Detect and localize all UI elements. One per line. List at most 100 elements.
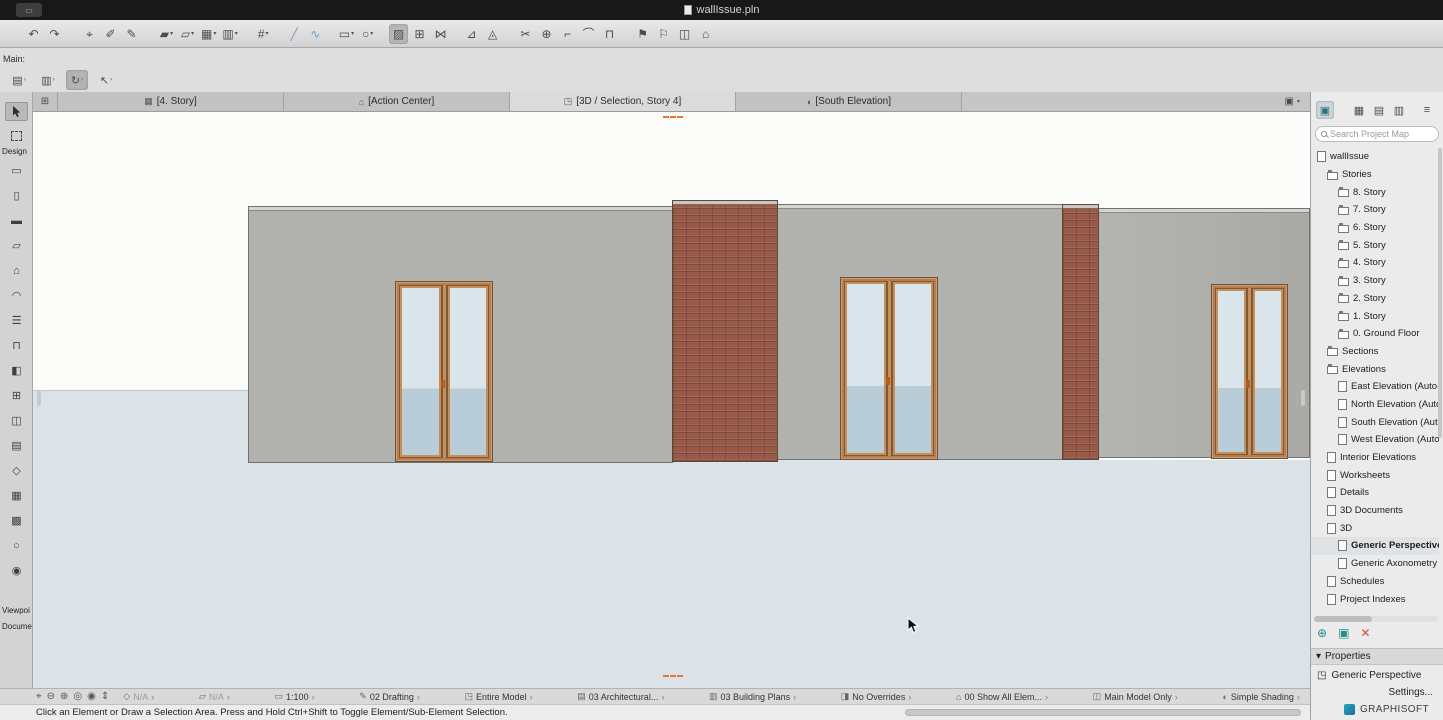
align-button[interactable]: ◬ ▾ [483,24,502,44]
tree-item[interactable]: Details [1311,484,1439,502]
layer-settings-button[interactable]: ▥ ▾ [220,24,239,44]
curtain-wall-tool[interactable]: ▤ [0,433,33,458]
marquee-options-button[interactable]: ▭ ▾ [337,24,356,44]
tree-item[interactable]: 0. Ground Floor [1311,325,1439,343]
status-3d-style[interactable]: ◐ Simple Shading › [1222,691,1299,702]
fillet-button[interactable]: ⌒ ▾ [579,24,598,44]
3d-viewport[interactable] [33,112,1310,688]
pick-up-parameters-button[interactable]: ⌖ ▾ [80,24,99,44]
window-menu-button[interactable]: ▭ [16,3,42,17]
tree-item[interactable]: North Elevation (Auto-r... [1311,396,1439,414]
status-partial-structure[interactable]: ◫ Main Model Only › [1093,691,1178,702]
glass-door-left[interactable] [395,281,493,462]
status-structure-filter[interactable]: ◳ Entire Model › [465,691,533,702]
properties-header[interactable]: ▾ Properties [1311,648,1443,665]
tree-item[interactable]: wallIssue [1311,148,1439,166]
fill-tool-button[interactable]: ▨ ▾ [389,23,409,44]
status-na-2[interactable]: ▱ N/A › [199,691,230,702]
viewport-drag-handle-bottom[interactable] [663,675,683,677]
zone-tool[interactable]: ▩ [0,508,33,533]
project-map-icon[interactable]: ▦ › [1350,101,1368,119]
clone-folder-icon[interactable]: ▣ [1338,627,1349,639]
structure-display-button[interactable]: ▱ ▾ [178,24,197,44]
tree-item[interactable]: West Elevation (Auto-re... [1311,431,1439,449]
default-settings-button[interactable]: ▥ › [37,70,59,90]
flag-outline-button[interactable]: ⚐ ▾ [654,24,673,44]
tree-item[interactable]: 3D Documents [1311,502,1439,520]
skylight-tool[interactable]: ◫ [0,408,33,433]
arrow-menu-button[interactable]: ↖ › [95,70,117,90]
tree-item[interactable]: East Elevation (Auto-re... [1311,378,1439,396]
tree-item[interactable]: Elevations [1311,360,1439,378]
adjust-button[interactable]: ⊓ ▾ [600,24,619,44]
tree-item[interactable]: 2. Story [1311,290,1439,308]
status-graphic-override[interactable]: ◨ No Overrides › [841,691,912,702]
railing-tool[interactable]: ⊓ [0,333,33,358]
tree-vertical-scrollbar[interactable] [1438,148,1442,616]
status-layer-combination[interactable]: ▤ 03 Architectural... › [577,691,664,702]
redo-button[interactable]: ↷ ▾ [45,24,64,44]
roof-tool[interactable]: ⌂ [0,258,33,283]
status-dimension-set[interactable]: ▥ 03 Building Plans › [709,691,796,702]
snap-guides-button[interactable]: ∿ ▾ [306,24,325,44]
split-button[interactable]: ✂ ▾ [516,24,535,44]
search-input[interactable] [1330,129,1433,139]
duplicate-button[interactable]: ◫ ▾ [675,24,694,44]
status-pen-set[interactable]: ✎ 02 Drafting › [359,691,420,702]
tree-item[interactable]: Stories [1311,166,1439,184]
mesh-tool[interactable]: ▦ [0,483,33,508]
trim-button[interactable]: ⌐ ▾ [558,24,577,44]
magnify-button[interactable]: ⊕ ▾ [537,24,556,44]
tab[interactable]: ⌂ [Action Center] [284,92,510,111]
stair-tool[interactable]: ☰ [0,308,33,333]
favorites-menu-button[interactable]: ▤ › [8,70,30,90]
tree-item[interactable]: 8. Story [1311,183,1439,201]
shell-tool[interactable]: ◠ [0,283,33,308]
tree-item[interactable]: 5. Story [1311,236,1439,254]
status-scale[interactable]: ▭ 1:100 › [275,691,315,702]
tree-item[interactable]: 6. Story [1311,219,1439,237]
orbit-icon[interactable]: ◉ [87,691,96,702]
tree-item[interactable]: Project Indexes [1311,590,1439,608]
resize-button[interactable]: ⊿ ▾ [462,24,481,44]
navigator-menu-icon[interactable]: ≡ › [1418,101,1436,119]
favorites-button[interactable]: ✎ ▾ [122,24,141,44]
tree-item[interactable]: 7. Story [1311,201,1439,219]
tree-item[interactable]: South Elevation (Auto-r... [1311,413,1439,431]
door-tool[interactable]: ◧ [0,358,33,383]
delete-icon[interactable]: ✕ [1360,627,1370,639]
column-tool[interactable]: ▯ [0,183,33,208]
guide-lines-button[interactable]: ╱ ▾ [285,24,304,44]
tree-item[interactable]: Worksheets [1311,466,1439,484]
marquee-tool[interactable] [8,128,25,143]
glass-door-center[interactable] [840,277,938,460]
wall-tool[interactable]: ▭ [0,158,33,183]
zoom-in-icon[interactable]: ⊕ [60,691,68,702]
tree-item[interactable]: 1. Story [1311,307,1439,325]
horizontal-scrollbar-thumb[interactable] [905,709,1301,716]
tree-item[interactable]: Generic Axonometry [1311,555,1439,573]
view-map-icon[interactable]: ▤ › [1370,101,1388,119]
intersect-button[interactable]: ⋈ ▾ [431,24,450,44]
tree-item[interactable]: Interior Elevations [1311,449,1439,467]
tree-horizontal-scrollbar[interactable] [1314,616,1438,622]
splitter-grip-right[interactable] [1301,390,1305,406]
zoom-out-icon[interactable]: ⊖ [47,691,55,702]
tree-item[interactable]: 3. Story [1311,272,1439,290]
undo-button[interactable]: ↶ ▾ [24,24,43,44]
tree-item[interactable]: 3D [1311,519,1439,537]
brick-wall-left[interactable] [672,200,778,462]
beam-tool[interactable]: ▬ [0,208,33,233]
tab[interactable]: ▦ [4. Story] [58,92,284,111]
brick-wall-right[interactable] [1062,204,1099,460]
status-renovation-filter[interactable]: ⌂ 00 Show All Elem... › [956,691,1048,702]
circle-tool-button[interactable]: ○ ▾ [358,24,377,44]
zoom-options-icon[interactable]: ⌖ [36,691,42,702]
tree-item[interactable]: Schedules [1311,573,1439,591]
tab-overflow-button[interactable]: ▣ ▾ [1275,92,1310,111]
navigator-toggle-icon[interactable]: ▣ › [1316,101,1334,119]
pen-set-button[interactable]: ▦ ▾ [199,24,218,44]
object-tool[interactable]: ○ [0,533,33,558]
inject-parameters-button[interactable]: ✐ ▾ [101,24,120,44]
scrollbar-thumb[interactable] [1314,616,1372,622]
